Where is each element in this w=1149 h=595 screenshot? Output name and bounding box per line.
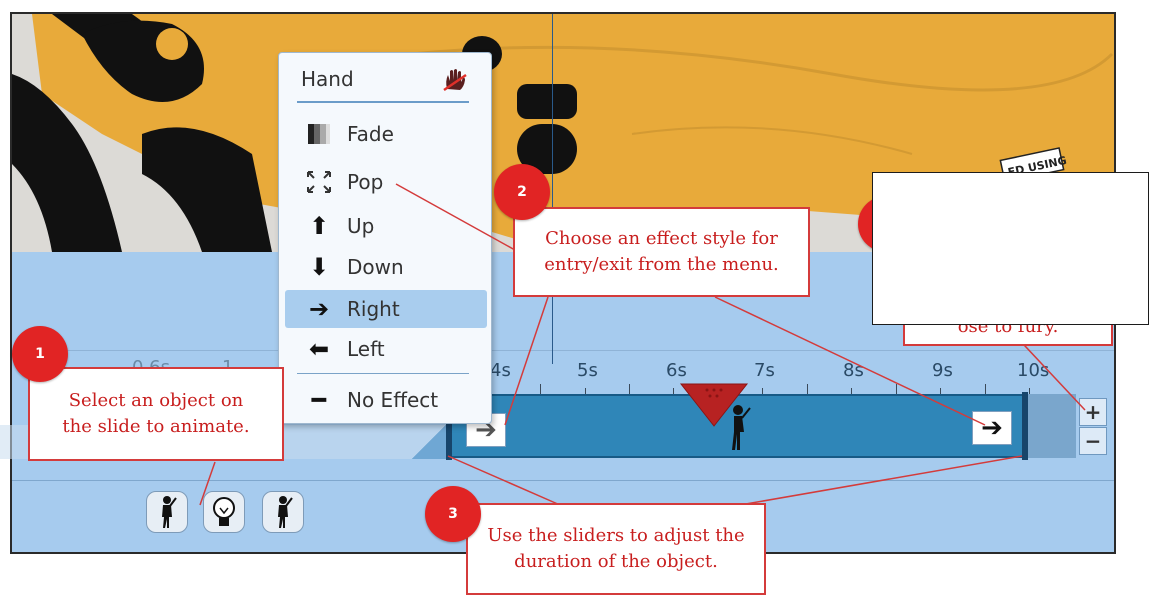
callout-2-text: Choose an effect style for entry/exit fr… — [544, 228, 779, 275]
callout-3-text: Use the sliders to adjust the duration o… — [487, 525, 745, 572]
callout-1-text: Select an object on the slide to animate… — [62, 390, 250, 437]
callout-2: Choose an effect style for entry/exit fr… — [513, 207, 810, 297]
callout-2-number: 2 — [517, 184, 527, 200]
callout-3-number: 3 — [448, 506, 458, 522]
redaction-box — [872, 172, 1149, 325]
callout-3-badge: 3 — [425, 486, 481, 542]
callout-2-badge: 2 — [494, 164, 550, 220]
callout-3: Use the sliders to adjust the duration o… — [466, 503, 766, 595]
callout-1-badge: 1 — [12, 326, 68, 382]
callout-1: Select an object on the slide to animate… — [28, 367, 284, 461]
callout-1-number: 1 — [35, 346, 45, 362]
